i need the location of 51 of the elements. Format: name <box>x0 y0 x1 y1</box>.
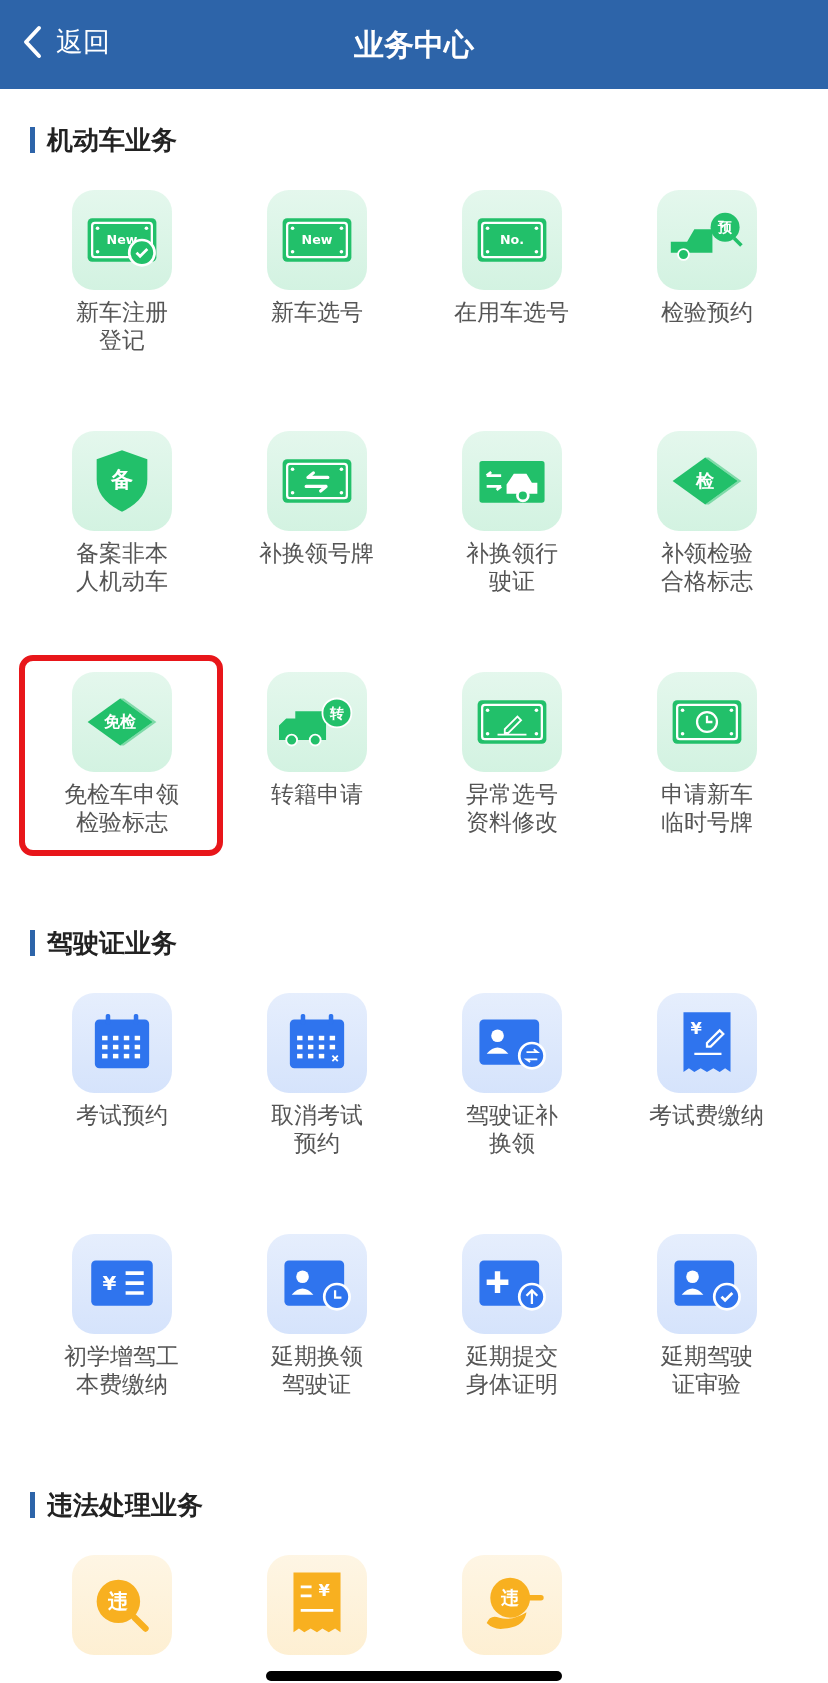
service-tile[interactable]: 转 <box>266 672 367 772</box>
service-tile[interactable]: 预 <box>656 190 757 290</box>
section-title: 违法处理业务 <box>47 1488 203 1522</box>
service-tile[interactable]: No. <box>461 190 562 290</box>
service-label: 免检车申领 检验标志 <box>64 780 179 836</box>
service-label: 申请新车 临时号牌 <box>660 780 753 836</box>
service-label: 初学增驾工 本费缴纳 <box>64 1342 179 1398</box>
service-label: 延期提交 身体证明 <box>465 1342 558 1398</box>
service-label: 延期换领 驾驶证 <box>270 1342 363 1398</box>
service-tile[interactable] <box>656 672 757 772</box>
service-label: 新车注册 登记 <box>75 298 168 354</box>
service-label: 新车选号 <box>270 298 363 326</box>
service-tile[interactable] <box>461 672 562 772</box>
service-label: 取消考试 预约 <box>270 1101 363 1157</box>
service-label: 考试预约 <box>75 1101 168 1129</box>
section-title: 驾驶证业务 <box>47 926 177 960</box>
service-label: 异常选号 资料修改 <box>465 780 558 836</box>
service-tile[interactable] <box>266 993 367 1093</box>
service-tile[interactable] <box>461 993 562 1093</box>
service-tile[interactable] <box>461 431 562 531</box>
service-tile[interactable] <box>461 1234 562 1334</box>
service-label: 延期驾驶 证审验 <box>660 1342 753 1398</box>
page-title: 业务中心 <box>354 27 474 62</box>
service-label: 在用车选号 <box>454 298 569 326</box>
service-tile[interactable]: ¥ <box>266 1555 367 1655</box>
section-marker <box>30 930 35 956</box>
back-button[interactable]: 返回 <box>22 22 110 63</box>
back-icon <box>22 25 42 60</box>
service-tile[interactable] <box>656 1234 757 1334</box>
service-tile[interactable]: ¥ <box>656 993 757 1093</box>
service-label: 补换领号牌 <box>259 539 374 567</box>
section-marker <box>30 127 35 153</box>
service-label: 备案非本 人机动车 <box>75 539 168 595</box>
section-title: 机动车业务 <box>47 123 177 157</box>
service-tile[interactable]: 违 <box>71 1555 172 1655</box>
service-tile[interactable]: 备 <box>71 431 172 531</box>
service-tile[interactable]: 免检 <box>71 672 172 772</box>
service-tile[interactable] <box>71 993 172 1093</box>
service-tile[interactable]: New <box>266 190 367 290</box>
service-tile[interactable]: ¥ <box>71 1234 172 1334</box>
service-label: 转籍申请 <box>270 780 363 808</box>
service-label: 检验预约 <box>660 298 753 326</box>
service-tile[interactable] <box>266 431 367 531</box>
section-marker <box>30 1492 35 1518</box>
service-label: 补换领行 驶证 <box>465 539 558 595</box>
service-tile[interactable]: 检 <box>656 431 757 531</box>
service-label: 驾驶证补 换领 <box>465 1101 558 1157</box>
service-label: 考试费缴纳 <box>649 1101 764 1129</box>
service-tile[interactable]: 违 <box>461 1555 562 1655</box>
service-label: 补领检验 合格标志 <box>660 539 753 595</box>
service-tile[interactable] <box>266 1234 367 1334</box>
